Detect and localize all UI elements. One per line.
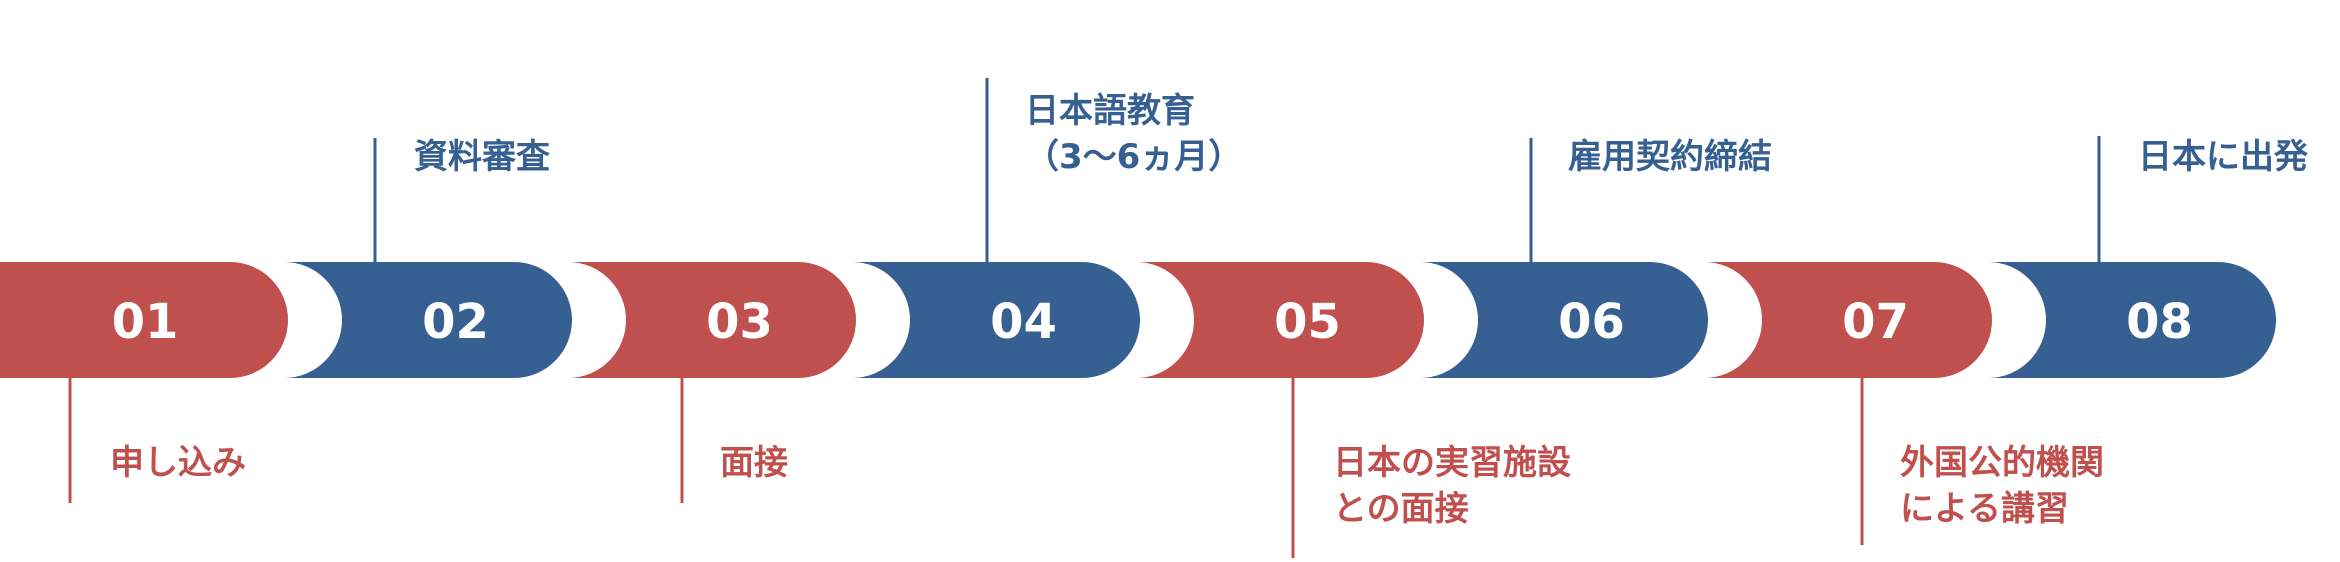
step-number-04: 04 bbox=[990, 294, 1057, 350]
step-number-03: 03 bbox=[706, 294, 773, 350]
step-number-07: 07 bbox=[1842, 294, 1909, 350]
step-label-05: 日本の実習施設との面接 bbox=[1333, 443, 1571, 529]
step-label-03: 面接 bbox=[720, 443, 788, 483]
step-label-04: 日本語教育（3～6ヵ月） bbox=[1025, 91, 1242, 177]
step-label-07: 外国公的機関による講習 bbox=[1900, 443, 2104, 529]
step-number-05: 05 bbox=[1274, 294, 1341, 350]
process-timeline: 01 02 03 04 05 06 07 08 申し込み 資料審査面接 日本語教育（3～6ヵ月） 日… bbox=[0, 0, 2340, 558]
step-number-08: 08 bbox=[2126, 294, 2193, 350]
step-label-08: 日本に出発 bbox=[2138, 137, 2309, 177]
step-label-01: 申し込み bbox=[110, 443, 246, 483]
step-label-06: 雇用契約締結 bbox=[1568, 137, 1772, 177]
step-number-01: 01 bbox=[112, 294, 179, 350]
timeline-svg: 01 02 03 04 05 06 07 08 申し込み 資料審査面接 日本語教育（3～6ヵ月） 日… bbox=[0, 78, 2309, 558]
step-number-06: 06 bbox=[1558, 294, 1625, 350]
step-label-02: 資料審査 bbox=[414, 137, 550, 177]
step-number-02: 02 bbox=[422, 294, 489, 350]
